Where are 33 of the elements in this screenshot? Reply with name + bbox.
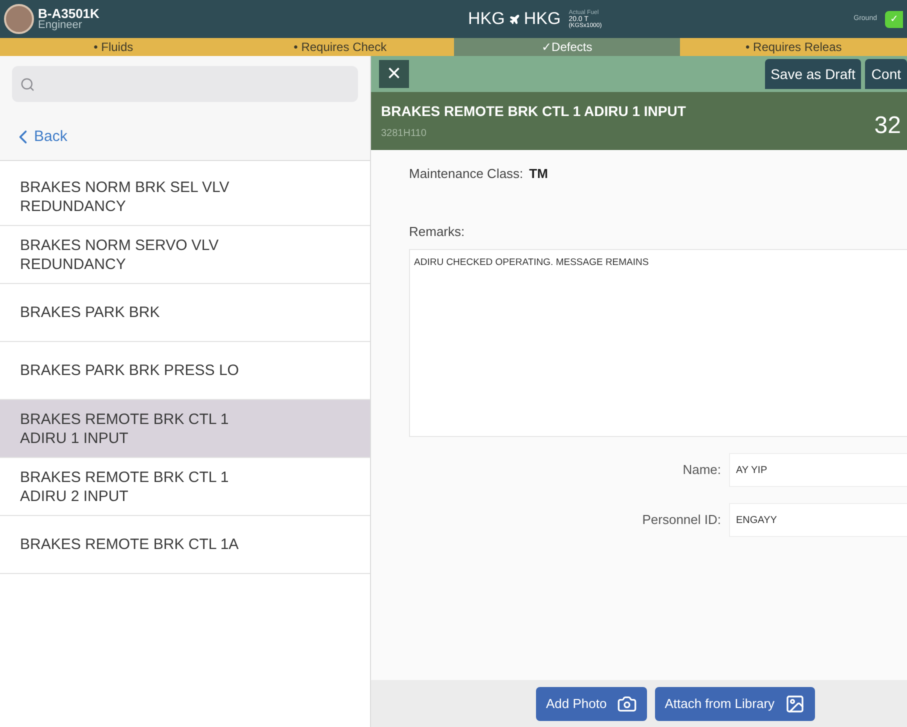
search-field[interactable] xyxy=(12,66,358,102)
defect-title: BRAKES REMOTE BRK CTL 1 ADIRU 1 INPUT xyxy=(381,102,686,121)
tab[interactable]: ✓Defects xyxy=(454,38,680,56)
destination-airport: HKG xyxy=(524,8,561,30)
action-button[interactable]: Add Photo xyxy=(536,686,647,720)
remarks-label: Remarks: xyxy=(409,222,466,240)
tab[interactable]: • Fluids xyxy=(0,38,227,56)
avatar-icon xyxy=(4,4,34,34)
image-icon xyxy=(784,694,805,714)
status-badge: ✓ xyxy=(885,10,903,28)
user-role: Engineer xyxy=(38,20,84,31)
back-button[interactable]: Back xyxy=(12,122,68,152)
defect-number: 32 xyxy=(874,111,901,141)
aircraft-registration: B-A3501K xyxy=(38,7,100,20)
plane-icon xyxy=(508,14,520,24)
remarks-field[interactable]: ADIRU CHECKED OPERATING. MESSAGE REMAINS xyxy=(409,249,907,437)
text-field[interactable]: AY YIP xyxy=(729,453,907,487)
search-icon xyxy=(20,76,35,92)
tab[interactable]: • Requires Check xyxy=(226,38,454,56)
field-label: Personnel ID: xyxy=(641,511,722,530)
defect-list-item[interactable]: BRAKES REMOTE BRK CTL 1 ADIRU 1 INPUT xyxy=(0,400,370,458)
field-label: Name: xyxy=(682,461,722,480)
close-button[interactable]: × xyxy=(379,60,409,88)
toolbar-button[interactable]: Save as Draft xyxy=(764,59,862,89)
tab[interactable]: • Requires Releas xyxy=(680,38,907,56)
camera-icon xyxy=(616,694,637,714)
toolbar-button[interactable]: Cont xyxy=(865,59,907,89)
maintenance-class-label: Maintenance Class: xyxy=(409,165,524,183)
defect-code: 3281H110 xyxy=(381,127,428,141)
maintenance-class-value: TM xyxy=(529,165,548,183)
action-button[interactable]: Attach from Library xyxy=(654,686,815,720)
text-field[interactable]: ENGAYY xyxy=(729,503,907,537)
origin-airport: HKG xyxy=(468,8,505,30)
